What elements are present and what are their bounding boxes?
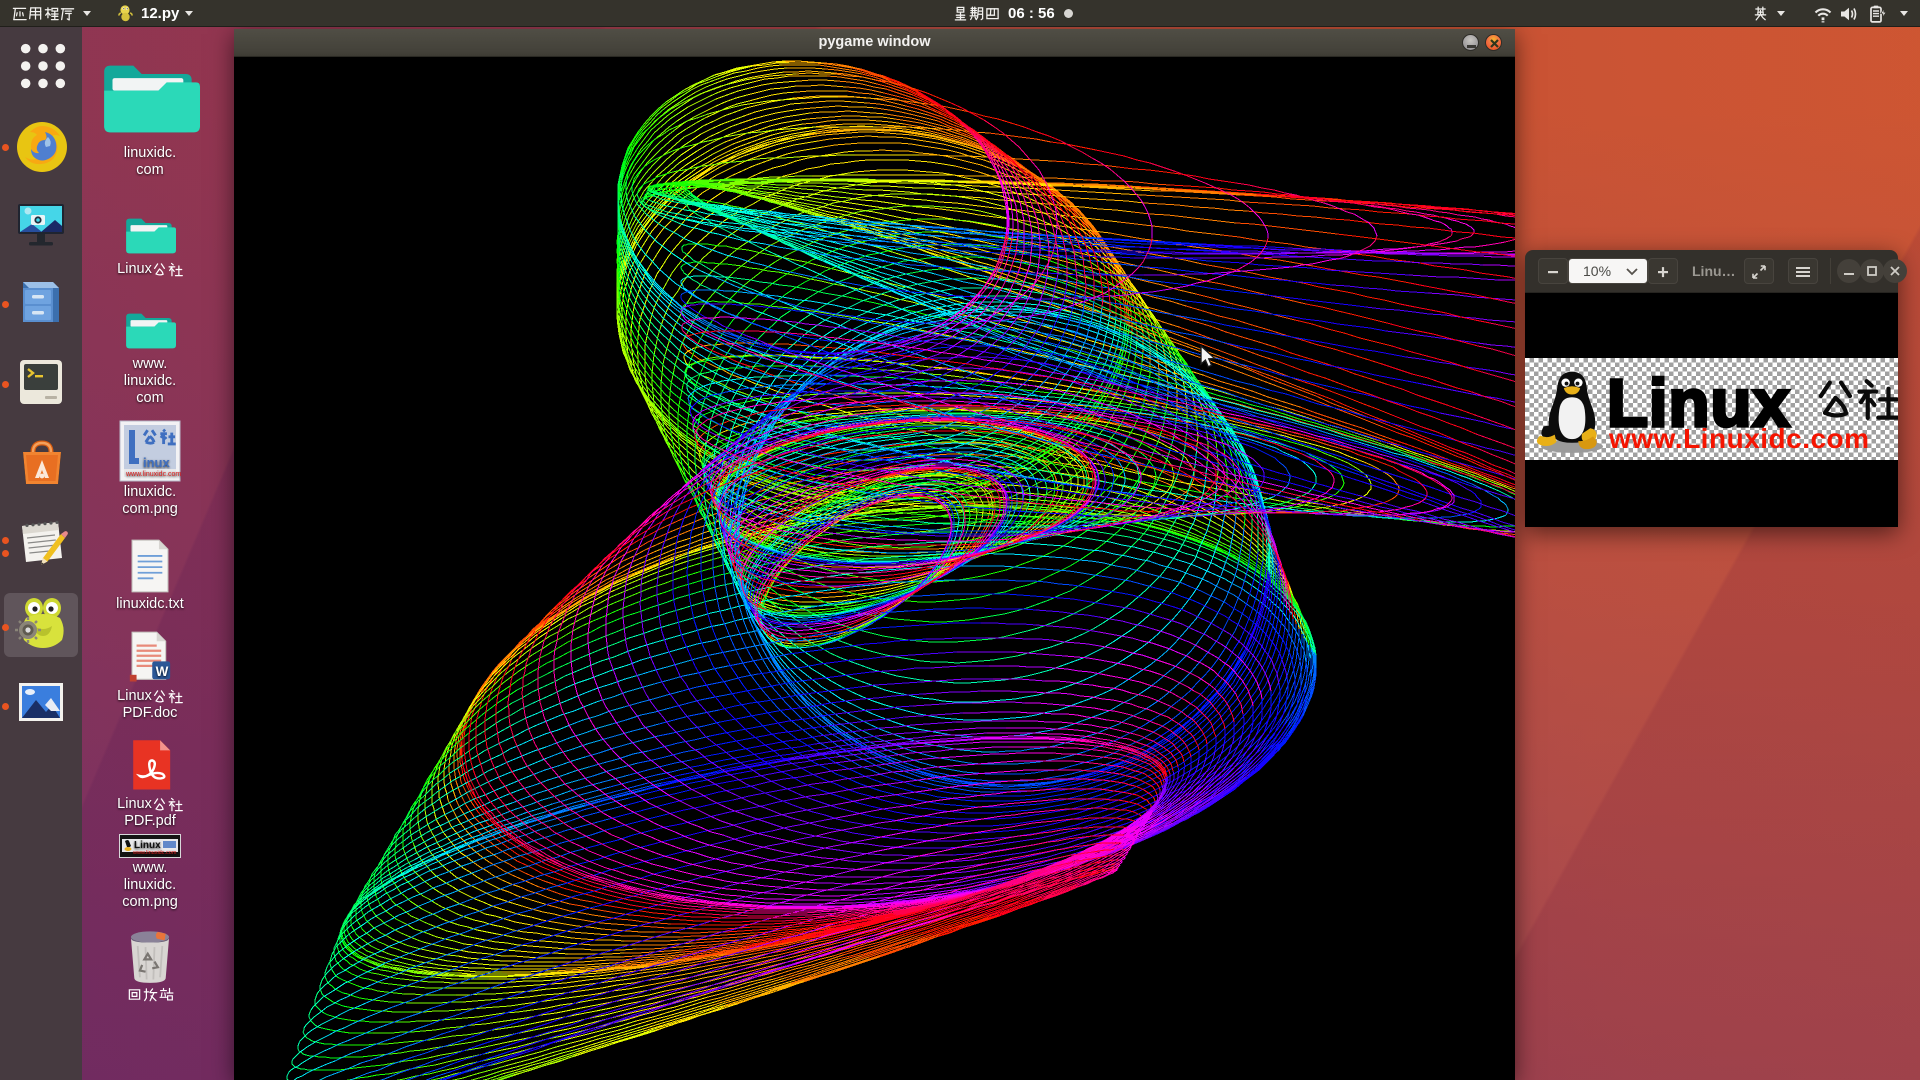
svg-text:www.linuxidc.com: www.linuxidc.com <box>132 850 177 856</box>
svg-text:inux: inux <box>143 455 170 470</box>
svg-text:W: W <box>156 664 169 679</box>
svg-text:www.linuxidc.com: www.linuxidc.com <box>125 471 181 478</box>
